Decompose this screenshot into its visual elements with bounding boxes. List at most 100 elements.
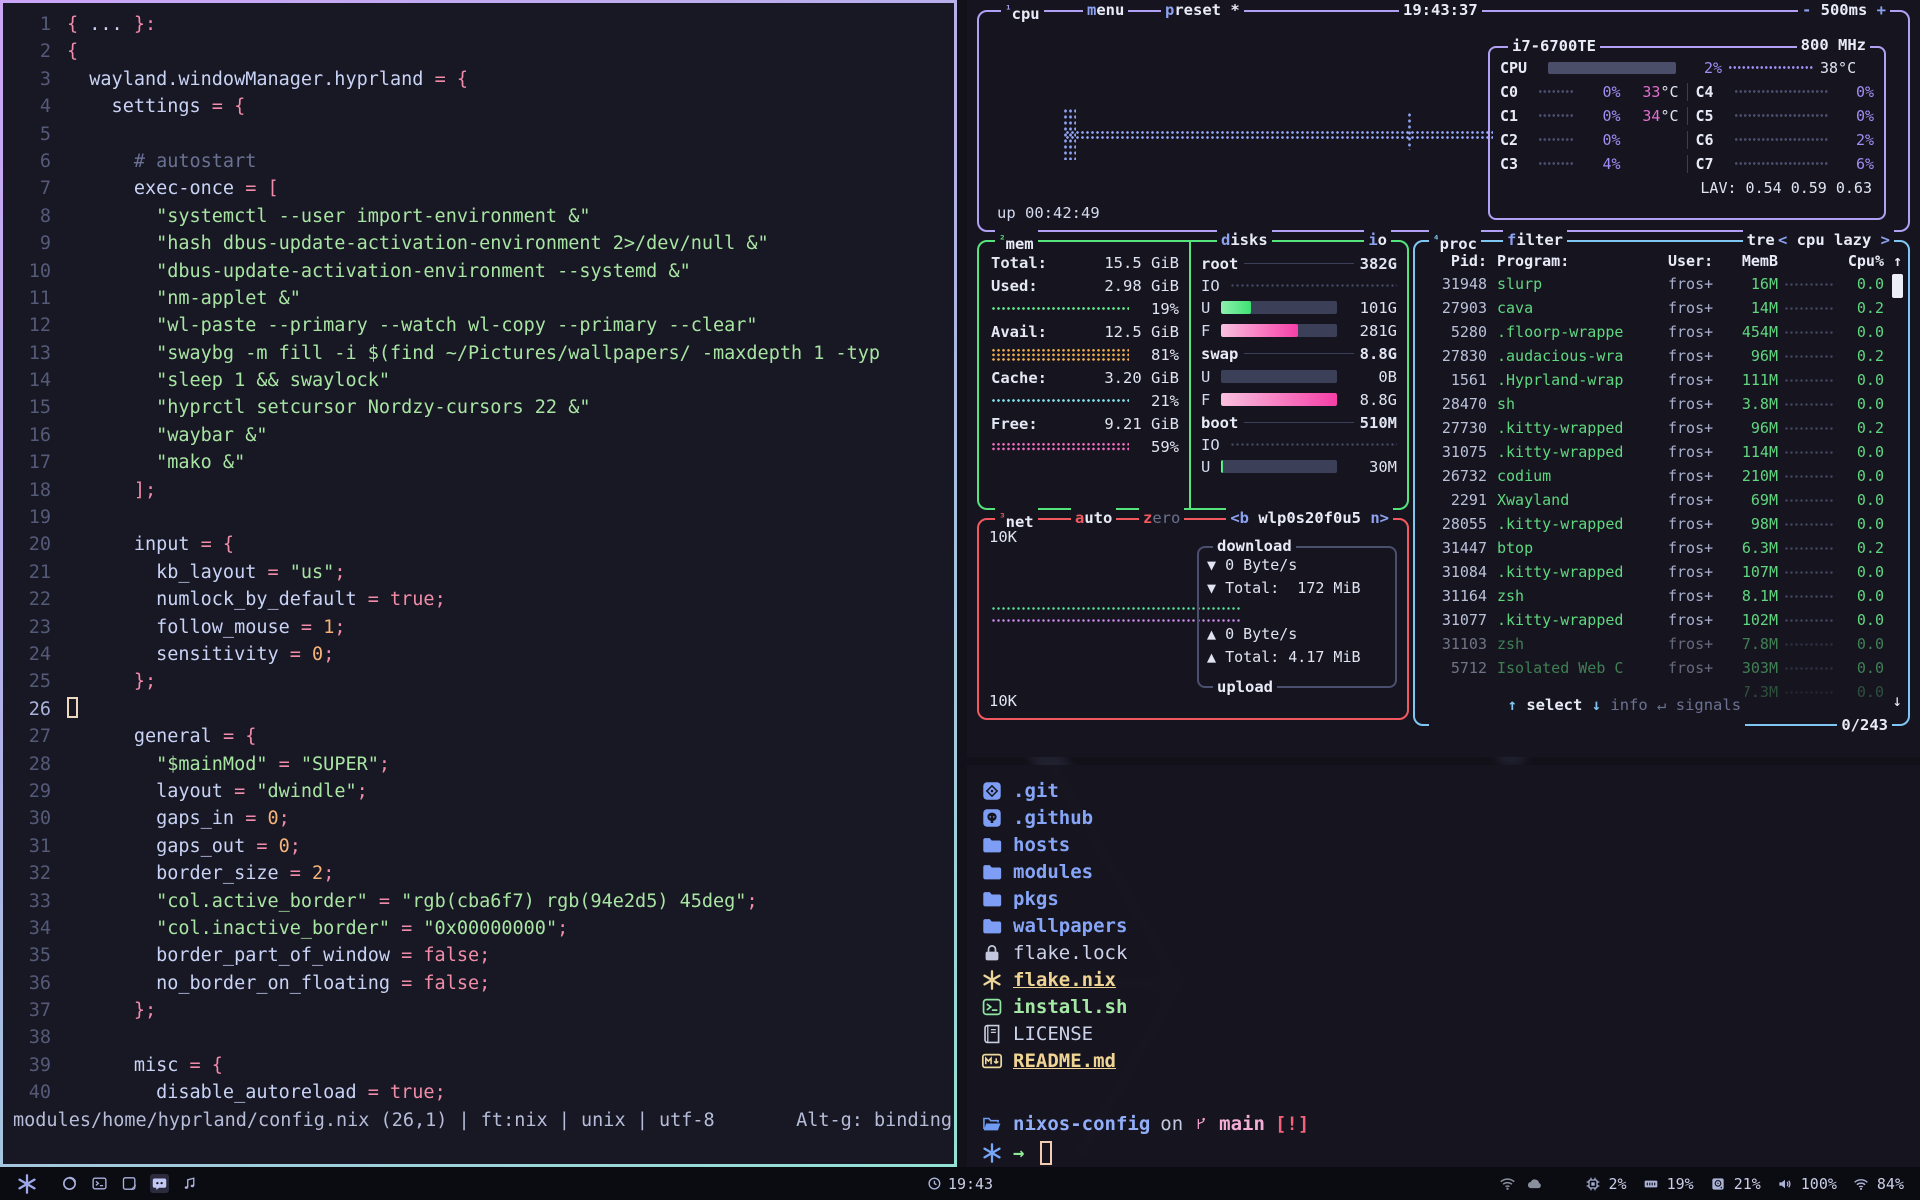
- desktop: 1{ ... }:2{3 wayland.windowManager.hyprl…: [0, 0, 1920, 1200]
- cpu-total-row: CPU 2% 38°C: [1500, 56, 1874, 80]
- disk-header: boot510M: [1201, 411, 1397, 434]
- net-zero-button[interactable]: zero: [1139, 508, 1184, 528]
- mem-meter: 81%: [991, 346, 1179, 364]
- module-value: 2%: [1609, 1175, 1627, 1193]
- nixos-logo-icon[interactable]: [16, 1173, 38, 1195]
- line-number: 39: [3, 1052, 51, 1079]
- process-row[interactable]: 31948slurpfros+16M0.0: [1425, 272, 1902, 296]
- process-row[interactable]: 31077.kitty-wrappedfros+102M0.0: [1425, 608, 1902, 632]
- cloud-tray-icon[interactable]: [1526, 1175, 1543, 1192]
- editor-line: 7 exec-once = [: [3, 175, 954, 202]
- net-speed-panel: download ▼ 0 Byte/s ▼ Total: 172 MiB ▲ 0…: [1197, 546, 1397, 688]
- cpu-model-label: i7-6700TE: [1508, 36, 1600, 56]
- signals-action[interactable]: signals: [1676, 696, 1741, 714]
- line-number: 10: [3, 258, 51, 285]
- core-row: C10%34°CC50%: [1500, 104, 1874, 128]
- process-row[interactable]: 31164zshfros+8.1M0.0: [1425, 584, 1902, 608]
- module-value: 84%: [1877, 1175, 1904, 1193]
- folder-open-icon: [981, 1113, 1003, 1135]
- io-toggle[interactable]: io: [1364, 230, 1391, 250]
- process-row[interactable]: 31084.kitty-wrappedfros+107M0.0: [1425, 560, 1902, 584]
- process-row[interactable]: 31447btopfros+6.3M0.2: [1425, 536, 1902, 560]
- proc-sort-control[interactable]: < cpu lazy >: [1774, 230, 1894, 250]
- hdd-module[interactable]: 21%: [1710, 1175, 1761, 1193]
- line-content: border_part_of_window = false;: [51, 942, 490, 969]
- line-number: 5: [3, 121, 51, 148]
- menu-button[interactable]: menu: [1083, 0, 1128, 20]
- line-content: border_size = 2;: [51, 860, 334, 887]
- git-branch-icon: [1193, 1113, 1209, 1135]
- editor-line: 13 "swaybg -m fill -i $(find ~/Pictures/…: [3, 340, 954, 367]
- line-number: 28: [3, 751, 51, 778]
- process-row[interactable]: 2291Xwaylandfros+69M0.0: [1425, 488, 1902, 512]
- process-row[interactable]: 31103zshfros+7.8M0.0: [1425, 632, 1902, 656]
- line-content: "nm-applet &": [51, 285, 301, 312]
- mem-stat-row: Free:9.21 GiB: [991, 413, 1179, 436]
- editor-line: 4 settings = {: [3, 93, 954, 120]
- update-interval-control[interactable]: - 500ms +: [1798, 0, 1890, 20]
- editor-line: 22 numlock_by_default = true;: [3, 586, 954, 613]
- volume-module[interactable]: 100%: [1777, 1175, 1837, 1193]
- disk-usage-row: U30M: [1201, 455, 1397, 478]
- editor-line: 3 wayland.windowManager.hyprland = {: [3, 66, 954, 93]
- net-auto-button[interactable]: auto: [1071, 508, 1116, 528]
- music-icon[interactable]: [180, 1174, 199, 1193]
- line-content: "hyprctl setcursor Nordzy-cursors 22 &": [51, 394, 590, 421]
- terminal-icon[interactable]: [90, 1174, 109, 1193]
- proc-box-title[interactable]: ⁴proc: [1429, 230, 1481, 254]
- select-action[interactable]: select: [1526, 696, 1582, 714]
- editor-buffer[interactable]: 1{ ... }:2{3 wayland.windowManager.hyprl…: [3, 11, 954, 1107]
- info-action[interactable]: info: [1610, 696, 1647, 714]
- wifi-module[interactable]: 84%: [1853, 1175, 1904, 1193]
- editor-line: 39 misc = {: [3, 1052, 954, 1079]
- line-number: 34: [3, 915, 51, 942]
- process-row[interactable]: 27730.kitty-wrappedfros+96M0.2: [1425, 416, 1902, 440]
- wifi-tray-icon[interactable]: [1499, 1175, 1516, 1192]
- mem-stat-row: Total:15.5 GiB: [991, 252, 1179, 275]
- line-number: 36: [3, 970, 51, 997]
- file-name: LICENSE: [1013, 1023, 1093, 1045]
- shell-prompt-input[interactable]: →: [981, 1139, 1920, 1166]
- file-row: install.sh: [981, 993, 1920, 1020]
- line-content: settings = {: [51, 93, 245, 120]
- notes-icon[interactable]: [120, 1174, 139, 1193]
- line-number: 26: [3, 696, 51, 723]
- btop-mem-box: ²mem disks io Total:15.5 GiBUsed:2.98 Gi…: [977, 240, 1409, 510]
- process-row[interactable]: 27830.audacious-wrafros+96M0.2: [1425, 344, 1902, 368]
- line-content: sensitivity = 0;: [51, 641, 334, 668]
- btop-window[interactable]: ¹cpu menu preset * 19:43:37 - 500ms + i7…: [967, 0, 1920, 757]
- cpu-total-meter: [1548, 62, 1676, 74]
- browser-icon[interactable]: [60, 1174, 79, 1193]
- proc-scrollbar-thumb[interactable]: [1892, 274, 1903, 298]
- editor-window[interactable]: 1{ ... }:2{3 wayland.windowManager.hyprl…: [0, 0, 957, 1167]
- process-row[interactable]: 31075.kitty-wrappedfros+114M0.0: [1425, 440, 1902, 464]
- line-number: 29: [3, 778, 51, 805]
- process-row[interactable]: 1561.Hyprland-wrapfros+111M0.0: [1425, 368, 1902, 392]
- process-row[interactable]: 28055.kitty-wrappedfros+98M0.0: [1425, 512, 1902, 536]
- mem-box-title[interactable]: ²mem: [995, 230, 1038, 254]
- preset-button[interactable]: preset *: [1161, 0, 1244, 20]
- net-interface-switcher[interactable]: <b wlp0s20f0u5 n>: [1226, 508, 1393, 528]
- folder-icon: [981, 861, 1003, 883]
- scroll-down-indicator[interactable]: ↓: [1892, 691, 1902, 710]
- upload-label: upload: [1213, 677, 1277, 697]
- mem-meter: 59%: [991, 438, 1179, 456]
- process-row[interactable]: 5280.floorp-wrappefros+454M0.0: [1425, 320, 1902, 344]
- process-row[interactable]: 28470shfros+3.8M0.0: [1425, 392, 1902, 416]
- terminal-window[interactable]: .git.githubhostsmodulespkgswallpapersfla…: [967, 765, 1920, 1167]
- discord-icon[interactable]: [150, 1174, 169, 1193]
- memory-stats: Total:15.5 GiBUsed:2.98 GiB19%Avail:12.5…: [979, 242, 1189, 508]
- line-number: 19: [3, 504, 51, 531]
- clock-module[interactable]: 19:43: [927, 1175, 993, 1193]
- cpu-box-title[interactable]: ¹cpu: [1001, 0, 1044, 24]
- disks-title[interactable]: disks: [1217, 230, 1272, 250]
- ram-module[interactable]: 19%: [1643, 1175, 1694, 1193]
- chip-module[interactable]: 2%: [1585, 1175, 1627, 1193]
- nix-shell-icon: [981, 1142, 1003, 1164]
- process-row[interactable]: 27903cavafros+14M0.2: [1425, 296, 1902, 320]
- line-content: "systemctl --user import-environment &": [51, 203, 590, 230]
- editor-cursor: [67, 697, 78, 718]
- process-row[interactable]: 26732codiumfros+210M0.0: [1425, 464, 1902, 488]
- proc-filter-button[interactable]: filter: [1503, 230, 1567, 250]
- line-number: 6: [3, 148, 51, 175]
